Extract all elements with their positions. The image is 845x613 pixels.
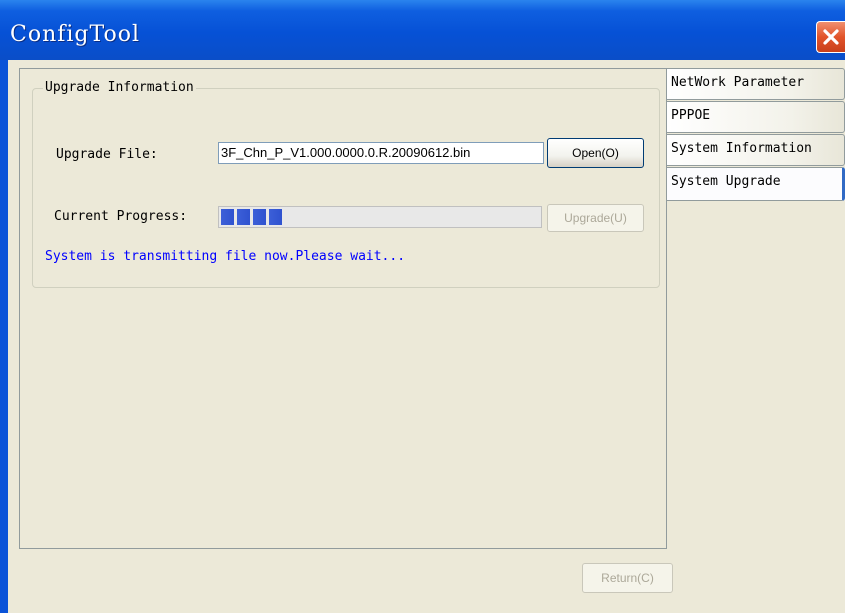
return-button[interactable]: Return(C): [582, 563, 673, 593]
return-button-label: Return(C): [601, 571, 654, 585]
client-area: Upgrade Information Upgrade File: 3F_Chn…: [8, 60, 845, 613]
config-tool-window: ConfigTool Upgrade Information Upgrade F…: [0, 0, 845, 613]
upgrade-information-group: Upgrade Information Upgrade File: 3F_Chn…: [32, 80, 660, 288]
tab-system-information[interactable]: System Information: [667, 134, 845, 166]
upgrade-file-label: Upgrade File:: [56, 147, 158, 162]
open-button[interactable]: Open(O): [547, 138, 644, 168]
upgrade-button[interactable]: Upgrade(U): [547, 204, 644, 232]
current-progress-label: Current Progress:: [54, 209, 188, 224]
title-bar[interactable]: ConfigTool: [0, 0, 845, 60]
status-message: System is transmitting file now.Please w…: [45, 249, 406, 264]
close-x-icon: [823, 29, 839, 45]
progress-fill: [221, 209, 285, 225]
tab-system-upgrade[interactable]: System Upgrade: [667, 167, 845, 201]
group-title: Upgrade Information: [43, 80, 196, 95]
upgrade-file-field[interactable]: 3F_Chn_P_V1.000.0000.0.R.20090612.bin: [218, 142, 544, 164]
tab-pppoe[interactable]: PPPOE: [667, 101, 845, 133]
system-upgrade-panel: Upgrade Information Upgrade File: 3F_Chn…: [19, 68, 667, 549]
close-button[interactable]: [816, 21, 845, 53]
tab-network-parameter[interactable]: NetWork Parameter: [667, 68, 845, 100]
open-button-label: Open(O): [572, 146, 619, 160]
upgrade-progress-bar: [218, 206, 542, 228]
upgrade-button-label: Upgrade(U): [564, 211, 627, 225]
window-title: ConfigTool: [10, 22, 141, 47]
